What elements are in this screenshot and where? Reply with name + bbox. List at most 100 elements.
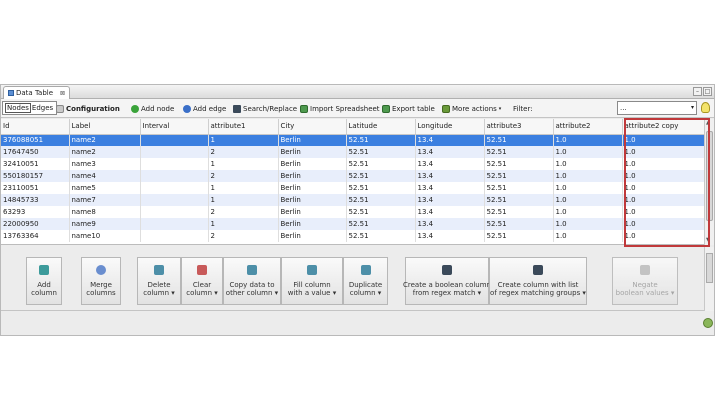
table-row[interactable]: 376088051 name2 1 Berlin 52.51 13.4 52.51 1.0 1.… [1,134,704,146]
table-row[interactable]: 32410051 name3 1 Berlin 52.51 13.4 52.51 1.0 1.0 [1,158,704,170]
column-header[interactable]: Latitude [346,119,416,135]
actions-scrollbar[interactable] [704,247,714,311]
table-cell[interactable]: 13.4 [415,194,485,206]
table-cell[interactable]: 14845733 [1,194,70,206]
table-cell[interactable]: 2 [208,170,279,182]
table-cell[interactable]: 52.51 [484,206,554,218]
table-cell[interactable]: 17647450 [1,146,70,158]
table-cell[interactable]: name8 [69,206,141,218]
merge-columns-button[interactable]: Merge columns [81,257,121,305]
table-cell[interactable]: 52.51 [484,170,554,182]
table-cell[interactable] [140,206,209,218]
table-cell[interactable]: 13.4 [415,158,485,170]
lightbulb-icon[interactable] [701,102,710,113]
table-cell[interactable]: 13.4 [415,182,485,194]
table-cell[interactable]: 13.4 [415,218,485,230]
column-header[interactable]: City [278,119,347,135]
table-cell[interactable]: 52.51 [346,134,416,146]
table-cell[interactable]: 1.0 [553,218,623,230]
tab-data-table[interactable]: Data Table ⊠ [3,86,71,99]
table-cell[interactable]: 1 [208,158,279,170]
table-row[interactable]: 550180157 name4 2 Berlin 52.51 13.4 52.51 1.0 1.… [1,170,704,182]
table-cell[interactable]: Berlin [278,194,347,206]
table-row[interactable]: 14845733 name7 1 Berlin 52.51 13.4 52.51 1.0 1.0 [1,194,704,206]
table-cell[interactable]: name5 [69,182,141,194]
table-cell[interactable]: 52.51 [484,218,554,230]
minimize-button[interactable]: – [693,87,702,96]
add-node-button[interactable]: Add node [131,102,174,115]
table-cell[interactable]: 1 [208,134,279,146]
table-cell[interactable] [140,146,209,158]
table-cell[interactable]: 1.0 [553,146,623,158]
create-list-column-button[interactable]: Create column with list of regex matchin… [489,257,587,305]
create-boolean-column-button[interactable]: Create a boolean column from regex match… [403,257,491,305]
column-header[interactable]: attribute2 [553,119,623,135]
table-cell[interactable]: 13.4 [415,206,485,218]
table-cell[interactable]: 52.51 [346,170,416,182]
edges-toggle[interactable]: Edges [31,104,54,112]
table-cell[interactable]: Berlin [278,206,347,218]
table-cell[interactable]: name3 [69,158,141,170]
table-cell[interactable]: 1.0 [553,182,623,194]
column-header[interactable]: Longitude [415,119,485,135]
table-cell[interactable]: 2 [208,206,279,218]
table-cell[interactable]: 13.4 [415,230,485,242]
table-cell[interactable]: 52.51 [346,182,416,194]
configuration-button[interactable]: Configuration [56,102,120,115]
table-cell[interactable]: 1.0 [553,230,623,242]
table-cell[interactable]: 52.51 [346,146,416,158]
table-cell[interactable]: 1.0 [553,170,623,182]
table-cell[interactable]: name10 [69,230,141,242]
table-row[interactable]: 13763364 name10 2 Berlin 52.51 13.4 52.51 1.0 1.… [1,230,704,242]
table-cell[interactable]: Berlin [278,158,347,170]
copy-data-button[interactable]: Copy data to other column ▾ [223,257,281,305]
table-row[interactable]: 23110051 name5 1 Berlin 52.51 13.4 52.51 1.0 1.0 [1,182,704,194]
column-header[interactable]: attribute1 [208,119,279,135]
nodes-toggle[interactable]: Nodes [5,103,31,113]
table-cell[interactable]: 550180157 [1,170,70,182]
duplicate-column-button[interactable]: Duplicate column ▾ [343,257,388,305]
table-cell[interactable]: 13.4 [415,134,485,146]
delete-column-button[interactable]: Delete column ▾ [137,257,181,305]
column-header[interactable]: Interval [140,119,209,135]
table-row[interactable]: 17647450 name2 2 Berlin 52.51 13.4 52.51 1.0 1.0 [1,146,704,158]
table-cell[interactable]: 13763364 [1,230,70,242]
add-edge-button[interactable]: Add edge [183,102,226,115]
table-cell[interactable]: Berlin [278,218,347,230]
table-cell[interactable] [140,158,209,170]
add-column-button[interactable]: Add column [26,257,62,305]
table-cell[interactable]: 1 [208,218,279,230]
table-cell[interactable]: Berlin [278,170,347,182]
close-tab-icon[interactable]: ⊠ [60,90,65,97]
negate-boolean-button[interactable]: Negate boolean values ▾ [612,257,678,305]
table-cell[interactable]: 63293 [1,206,70,218]
table-cell[interactable]: 52.51 [346,206,416,218]
table-cell[interactable] [140,182,209,194]
table-cell[interactable]: 23110051 [1,182,70,194]
export-table-button[interactable]: Export table [382,102,435,115]
table-cell[interactable]: 52.51 [484,182,554,194]
table-cell[interactable] [140,170,209,182]
table-cell[interactable] [140,134,209,146]
column-header[interactable]: Label [69,119,141,135]
table-cell[interactable]: name7 [69,194,141,206]
table-cell[interactable]: name9 [69,218,141,230]
table-cell[interactable]: 2 [208,146,279,158]
table-cell[interactable]: 52.51 [346,218,416,230]
table-cell[interactable]: 1 [208,182,279,194]
fill-column-button[interactable]: Fill column with a value ▾ [281,257,343,305]
table-cell[interactable]: name4 [69,170,141,182]
table-cell[interactable]: 52.51 [484,146,554,158]
table-cell[interactable]: name2 [69,134,141,146]
table-cell[interactable]: 1.0 [553,206,623,218]
table-cell[interactable]: 1.0 [553,194,623,206]
table-cell[interactable]: 1.0 [553,134,623,146]
table-cell[interactable]: 1 [208,194,279,206]
column-header[interactable]: attribute3 [484,119,554,135]
table-cell[interactable]: 52.51 [346,230,416,242]
maximize-button[interactable]: □ [703,87,712,96]
table-row[interactable]: 63293 name8 2 Berlin 52.51 13.4 52.51 1.0 1.0 [1,206,704,218]
table-cell[interactable] [140,218,209,230]
table-cell[interactable]: 13.4 [415,170,485,182]
table-cell[interactable]: 1.0 [553,158,623,170]
